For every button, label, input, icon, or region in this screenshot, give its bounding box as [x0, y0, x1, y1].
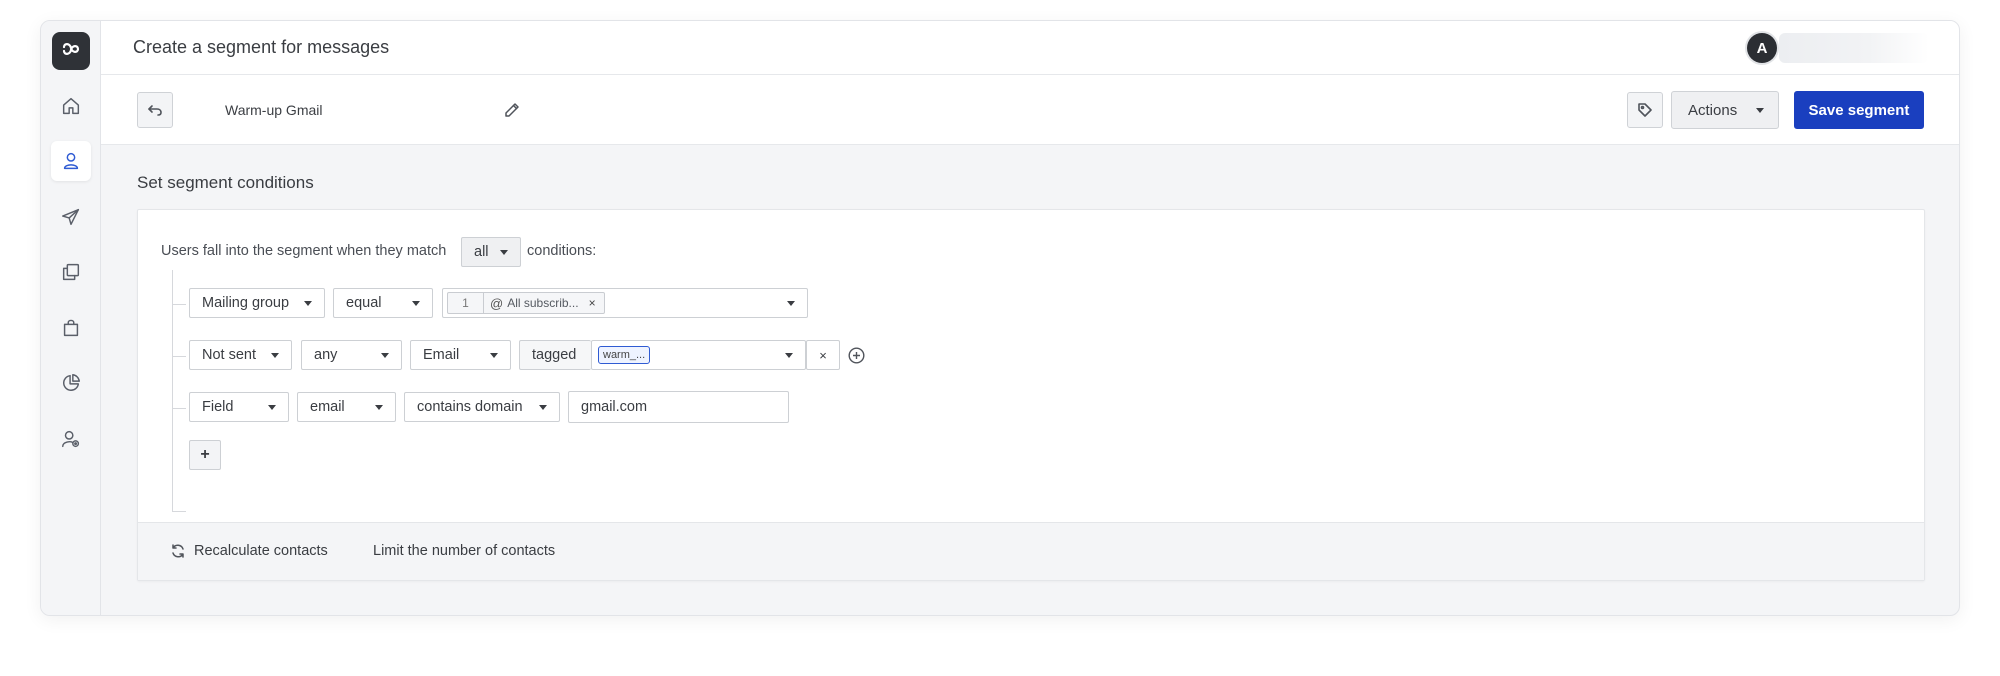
logo-icon — [62, 43, 80, 55]
pie-chart-icon — [63, 374, 80, 391]
condition-2-tagged-label-box: tagged — [519, 340, 591, 370]
condition-3-attribute: email — [310, 399, 345, 415]
close-icon: × — [819, 347, 827, 363]
tag-button[interactable] — [1627, 92, 1663, 128]
selected-group-chip: 1 @ All subscrib... × — [447, 292, 605, 314]
chevron-down-icon — [375, 405, 383, 410]
condition-3-field: Field — [202, 399, 234, 415]
conditions-card: Users fall into the segment when they ma… — [137, 209, 1925, 581]
chevron-down-icon — [304, 301, 312, 306]
condition-1-operator-select[interactable]: equal — [333, 288, 433, 318]
condition-3-value-input[interactable]: gmail.com — [568, 391, 789, 423]
chevron-down-icon — [271, 353, 279, 358]
segment-name: Warm-up Gmail — [225, 102, 323, 118]
nav-campaigns[interactable] — [51, 197, 91, 237]
tree-branch — [172, 408, 186, 409]
condition-1-operator: equal — [346, 295, 382, 311]
tree-branch — [172, 356, 186, 357]
chevron-down-icon — [412, 301, 420, 306]
chevron-down-icon — [268, 405, 276, 410]
chevron-down-icon — [381, 353, 389, 358]
nav-store[interactable] — [51, 308, 91, 348]
home-icon — [62, 97, 80, 115]
condition-2-channel-select[interactable]: Email — [410, 340, 511, 370]
nav-templates[interactable] — [51, 252, 91, 292]
page-title: Create a segment for messages — [133, 37, 390, 57]
nav-contacts[interactable] — [51, 141, 91, 181]
match-prefix: Users fall into the segment when they ma… — [161, 243, 447, 259]
card-footer: Recalculate contacts Limit the number of… — [138, 522, 1924, 580]
add-condition-button[interactable]: + — [189, 440, 221, 470]
tree-branch — [172, 511, 186, 512]
send-icon — [62, 208, 80, 226]
limit-contacts-link[interactable]: Limit the number of contacts — [373, 543, 555, 559]
app-logo[interactable] — [52, 32, 90, 70]
condition-2-field: Not sent — [202, 347, 256, 363]
plus-circle-icon — [848, 347, 865, 364]
condition-3-match-select[interactable]: contains domain — [404, 392, 560, 422]
top-bar: Create a segment for messages A — [101, 21, 1959, 75]
chevron-down-icon — [787, 301, 795, 306]
tree-branch — [172, 304, 186, 305]
user-settings-icon — [62, 430, 80, 448]
chevron-down-icon — [539, 405, 547, 410]
condition-2-tagged-label: tagged — [532, 347, 577, 363]
recalculate-label: Recalculate contacts — [194, 543, 328, 559]
bag-icon — [63, 319, 79, 337]
condition-2-tag-select[interactable]: warm_... — [591, 340, 806, 370]
condition-2-channel: Email — [423, 347, 460, 363]
chevron-down-icon — [785, 353, 793, 358]
condition-2-remove-button[interactable]: × — [806, 340, 840, 370]
segment-toolbar: Warm-up Gmail Actions Save segment — [101, 75, 1959, 145]
condition-2-operator-select[interactable]: any — [301, 340, 402, 370]
nav-home[interactable] — [51, 86, 91, 126]
recalculate-contacts-button[interactable]: Recalculate contacts — [170, 543, 328, 559]
sidebar — [41, 21, 101, 615]
group-count: 1 — [448, 293, 484, 313]
remove-chip-icon[interactable]: × — [589, 296, 596, 310]
section-title: Set segment conditions — [137, 173, 314, 192]
condition-3-attribute-select[interactable]: email — [297, 392, 396, 422]
account-name-placeholder[interactable] — [1779, 33, 1929, 63]
condition-3-field-select[interactable]: Field — [189, 392, 289, 422]
chevron-down-icon — [490, 353, 498, 358]
tag-icon — [1638, 103, 1652, 117]
condition-2-operator: any — [314, 347, 338, 363]
add-nested-condition-button[interactable] — [848, 347, 865, 364]
avatar[interactable]: A — [1747, 33, 1777, 63]
nav-reports[interactable] — [51, 363, 91, 403]
condition-1-field: Mailing group — [202, 295, 290, 311]
at-sign-icon: @ — [490, 295, 504, 311]
refresh-icon — [172, 544, 184, 558]
condition-1-group-multiselect[interactable]: 1 @ All subscrib... × — [442, 288, 808, 318]
selected-tag-chip: warm_... — [598, 346, 651, 364]
app-window: Create a segment for messages A Warm-up … — [40, 20, 1960, 616]
match-suffix: conditions: — [527, 243, 597, 259]
chevron-down-icon — [1756, 108, 1764, 113]
back-button[interactable] — [137, 92, 173, 128]
user-icon — [63, 152, 79, 170]
save-segment-button[interactable]: Save segment — [1794, 91, 1924, 129]
group-name: All subscrib... — [507, 296, 579, 310]
chevron-down-icon — [500, 250, 508, 255]
actions-dropdown[interactable]: Actions — [1671, 91, 1779, 129]
pencil-icon[interactable] — [503, 101, 521, 119]
condition-2-field-select[interactable]: Not sent — [189, 340, 292, 370]
match-mode-value: all — [474, 244, 489, 260]
condition-3-match: contains domain — [417, 399, 523, 415]
condition-1-field-select[interactable]: Mailing group — [189, 288, 325, 318]
nav-account[interactable] — [51, 419, 91, 459]
undo-arrow-icon — [148, 105, 162, 116]
copy-icon — [62, 263, 80, 281]
actions-label: Actions — [1688, 101, 1738, 119]
match-mode-select[interactable]: all — [461, 237, 521, 267]
tree-vertical-line — [172, 270, 173, 511]
